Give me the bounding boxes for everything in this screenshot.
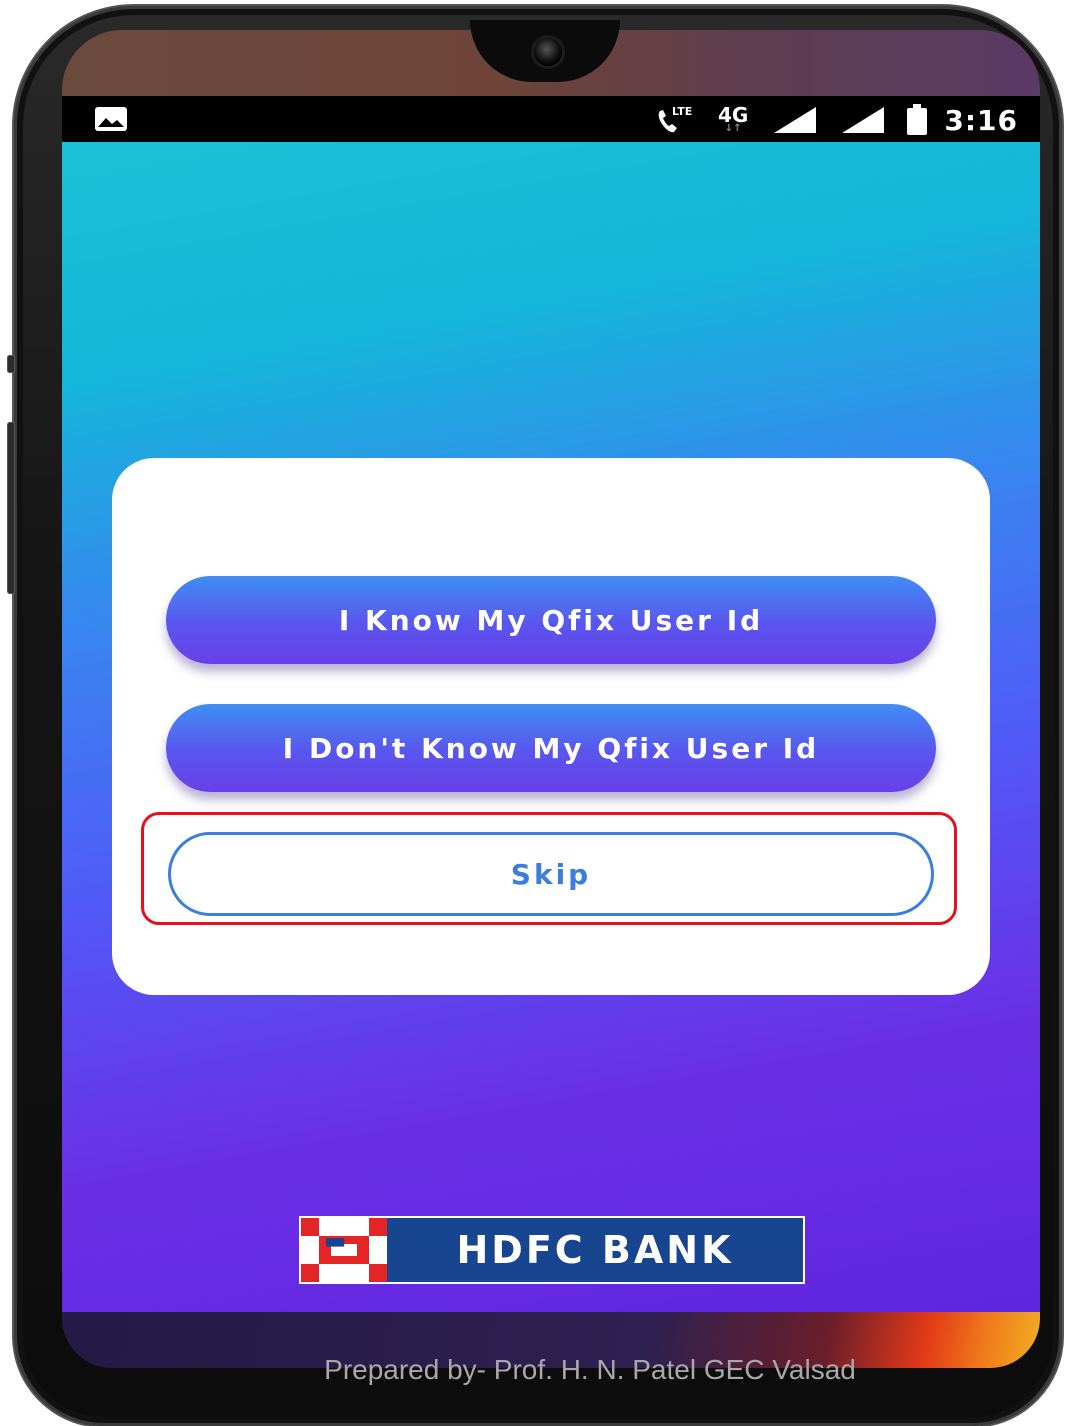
caption-text: Prepared by- Prof. H. N. Patel GEC Valsa… [324,1354,856,1385]
volume-button [7,355,15,373]
lte-call-icon: LTE [656,105,696,135]
status-clock: 3:16 [944,103,1018,137]
power-button [7,422,15,594]
4g-data-icon: 4G ↓↑ [718,103,749,134]
hdfc-logo-mark [301,1218,387,1282]
image-notification-icon [94,106,128,136]
signal-icon [842,107,885,133]
signal-icon [774,107,817,133]
dont-know-user-id-button[interactable]: I Don't Know My Qfix User Id [166,704,936,792]
lte-label: LTE [672,105,693,118]
front-camera [534,38,562,66]
skip-highlight-box [141,812,957,925]
status-bar: LTE 4G ↓↑ 3:16 [62,96,1040,142]
know-user-id-button[interactable]: I Know My Qfix User Id [166,576,936,664]
brand-text: HDFC BANK [456,1228,734,1272]
battery-icon [907,104,928,135]
hdfc-bank-logo: HDFC BANK [301,1218,803,1282]
